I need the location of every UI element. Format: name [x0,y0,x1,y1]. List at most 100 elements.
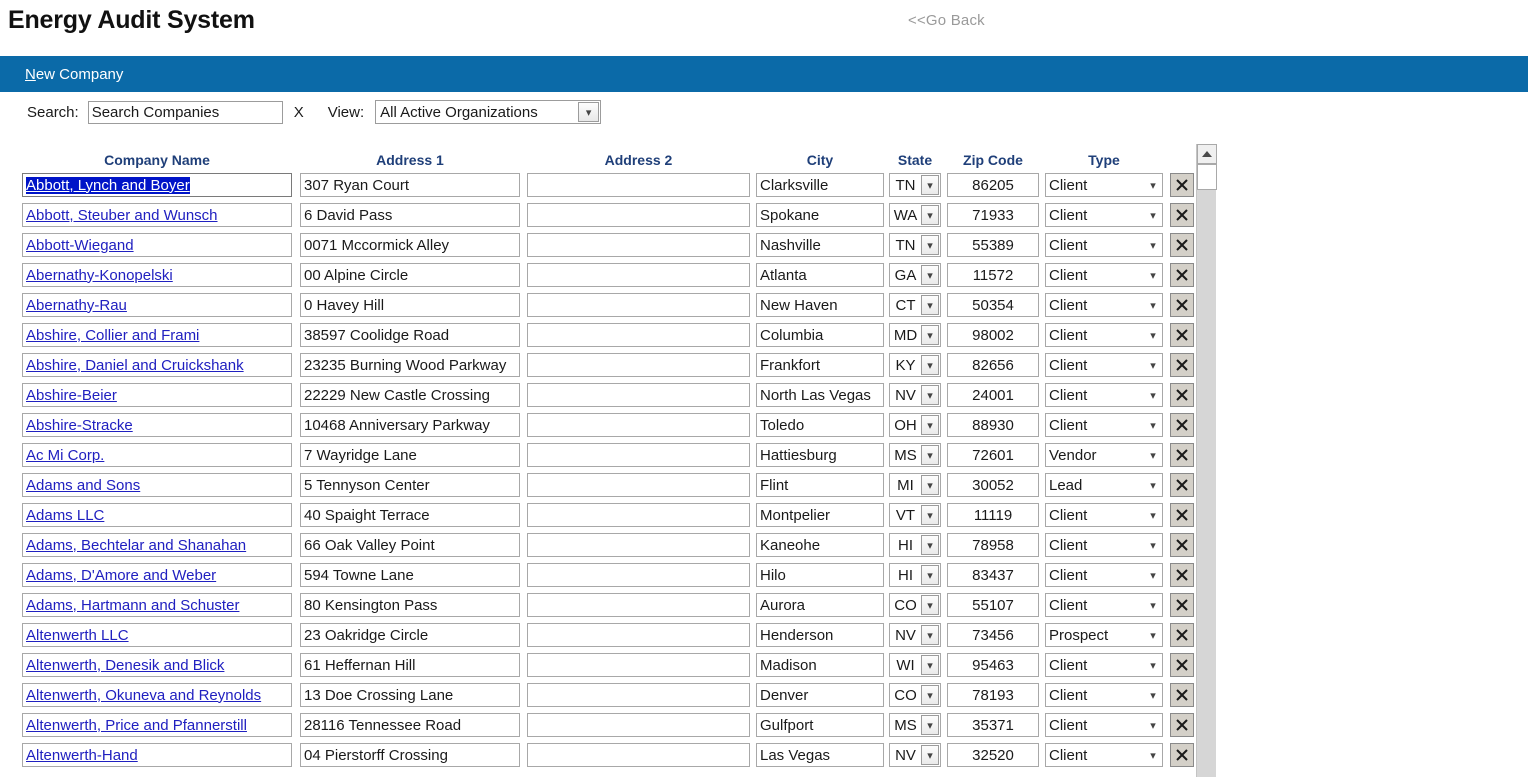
cell-address1[interactable]: 0071 Mccormick Alley [300,233,520,257]
search-input[interactable] [87,100,283,124]
table-row[interactable]: Adams and Sons 5 Tennyson Center Flint MI ▾ 3… [22,470,1220,500]
chevron-down-icon[interactable]: ▾ [921,625,939,645]
cell-address2[interactable] [527,683,750,707]
chevron-down-icon[interactable]: ▾ [1146,387,1160,403]
cell-city[interactable]: Las Vegas [756,743,884,767]
delete-row-button[interactable] [1170,353,1194,377]
cell-city[interactable]: Madison [756,653,884,677]
go-back-link[interactable]: <<Go Back [908,12,985,29]
cell-address2[interactable] [527,563,750,587]
delete-row-button[interactable] [1170,443,1194,467]
scrollbar-thumb[interactable] [1197,164,1217,190]
chevron-down-icon[interactable]: ▾ [1146,177,1160,193]
table-row[interactable]: Altenwerth, Price and Pfannerstill 28116 … [22,710,1220,740]
state-select[interactable]: CO ▾ [889,683,941,707]
cell-address2[interactable] [527,353,750,377]
company-name-link[interactable]: Abshire, Collier and Frami [26,327,199,344]
chevron-down-icon[interactable]: ▾ [1146,207,1160,223]
cell-address1[interactable]: 0 Havey Hill [300,293,520,317]
cell-address2[interactable] [527,713,750,737]
type-select[interactable]: Client ▾ [1045,593,1163,617]
table-row[interactable]: Adams, Hartmann and Schuster 80 Kensingto… [22,590,1220,620]
chevron-down-icon[interactable]: ▾ [921,685,939,705]
cell-address2[interactable] [527,743,750,767]
cell-address1[interactable]: 00 Alpine Circle [300,263,520,287]
type-select[interactable]: Lead ▾ [1045,473,1163,497]
type-select[interactable]: Client ▾ [1045,683,1163,707]
delete-row-button[interactable] [1170,623,1194,647]
cell-zip-code[interactable]: 73456 [947,623,1039,647]
cell-zip-code[interactable]: 98002 [947,323,1039,347]
company-name-link[interactable]: Altenwerth, Okuneva and Reynolds [26,687,261,704]
cell-company-name[interactable]: Abshire, Collier and Frami [22,323,292,347]
type-select[interactable]: Vendor ▾ [1045,443,1163,467]
state-select[interactable]: GA ▾ [889,263,941,287]
delete-row-button[interactable] [1170,503,1194,527]
delete-row-button[interactable] [1170,263,1194,287]
chevron-down-icon[interactable]: ▾ [1146,687,1160,703]
state-select[interactable]: CO ▾ [889,593,941,617]
chevron-down-icon[interactable]: ▾ [1146,537,1160,553]
cell-city[interactable]: Hattiesburg [756,443,884,467]
chevron-down-icon[interactable]: ▾ [921,235,939,255]
delete-row-button[interactable] [1170,323,1194,347]
company-name-link[interactable]: Altenwerth, Price and Pfannerstill [26,717,247,734]
cell-address2[interactable] [527,443,750,467]
cell-address1[interactable]: 61 Heffernan Hill [300,653,520,677]
state-select[interactable]: NV ▾ [889,743,941,767]
cell-company-name[interactable]: Adams, Bechtelar and Shanahan [22,533,292,557]
column-header-address1[interactable]: Address 1 [300,152,520,170]
state-select[interactable]: MD ▾ [889,323,941,347]
type-select[interactable]: Client ▾ [1045,263,1163,287]
cell-company-name[interactable]: Abbott, Steuber and Wunsch [22,203,292,227]
state-select[interactable]: CT ▾ [889,293,941,317]
type-select[interactable]: Client ▾ [1045,653,1163,677]
cell-address2[interactable] [527,323,750,347]
state-select[interactable]: HI ▾ [889,533,941,557]
chevron-down-icon[interactable]: ▾ [1146,717,1160,733]
cell-address1[interactable]: 6 David Pass [300,203,520,227]
chevron-down-icon[interactable]: ▾ [921,205,939,225]
table-row[interactable]: Adams, D'Amore and Weber 594 Towne Lane Hi… [22,560,1220,590]
company-name-link[interactable]: Abshire-Stracke [26,417,133,434]
cell-address2[interactable] [527,473,750,497]
delete-row-button[interactable] [1170,413,1194,437]
chevron-down-icon[interactable]: ▾ [921,595,939,615]
delete-row-button[interactable] [1170,683,1194,707]
delete-row-button[interactable] [1170,233,1194,257]
cell-zip-code[interactable]: 78958 [947,533,1039,557]
cell-company-name[interactable]: Altenwerth LLC [22,623,292,647]
cell-address2[interactable] [527,203,750,227]
cell-address1[interactable]: 307 Ryan Court [300,173,520,197]
table-row[interactable]: Abbott, Lynch and Boyer 307 Ryan Court Cla… [22,170,1220,200]
cell-address1[interactable]: 23235 Burning Wood Parkway [300,353,520,377]
chevron-down-icon[interactable]: ▾ [1146,327,1160,343]
company-name-link[interactable]: Abernathy-Rau [26,297,127,314]
cell-zip-code[interactable]: 11572 [947,263,1039,287]
chevron-down-icon[interactable]: ▾ [921,175,939,195]
chevron-down-icon[interactable]: ▾ [1146,357,1160,373]
company-name-link[interactable]: Abbott-Wiegand [26,237,134,254]
chevron-down-icon[interactable]: ▾ [1146,297,1160,313]
table-row[interactable]: Abshire, Daniel and Cruickshank 23235 Bur… [22,350,1220,380]
delete-row-button[interactable] [1170,593,1194,617]
cell-address1[interactable]: 04 Pierstorff Crossing [300,743,520,767]
table-row[interactable]: Abshire-Stracke 10468 Anniversary Parkway… [22,410,1220,440]
cell-city[interactable]: Toledo [756,413,884,437]
type-select[interactable]: Client ▾ [1045,713,1163,737]
cell-company-name[interactable]: Abernathy-Konopelski [22,263,292,287]
cell-city[interactable]: Gulfport [756,713,884,737]
cell-zip-code[interactable]: 11119 [947,503,1039,527]
cell-city[interactable]: Aurora [756,593,884,617]
vertical-scrollbar[interactable] [1196,144,1217,777]
chevron-down-icon[interactable]: ▾ [1146,417,1160,433]
type-select[interactable]: Client ▾ [1045,323,1163,347]
cell-city[interactable]: Columbia [756,323,884,347]
state-select[interactable]: HI ▾ [889,563,941,587]
cell-address2[interactable] [527,413,750,437]
cell-city[interactable]: Kaneohe [756,533,884,557]
company-name-link[interactable]: Abbott, Steuber and Wunsch [26,207,218,224]
chevron-down-icon[interactable]: ▾ [1146,507,1160,523]
chevron-down-icon[interactable]: ▾ [1146,567,1160,583]
type-select[interactable]: Client ▾ [1045,413,1163,437]
